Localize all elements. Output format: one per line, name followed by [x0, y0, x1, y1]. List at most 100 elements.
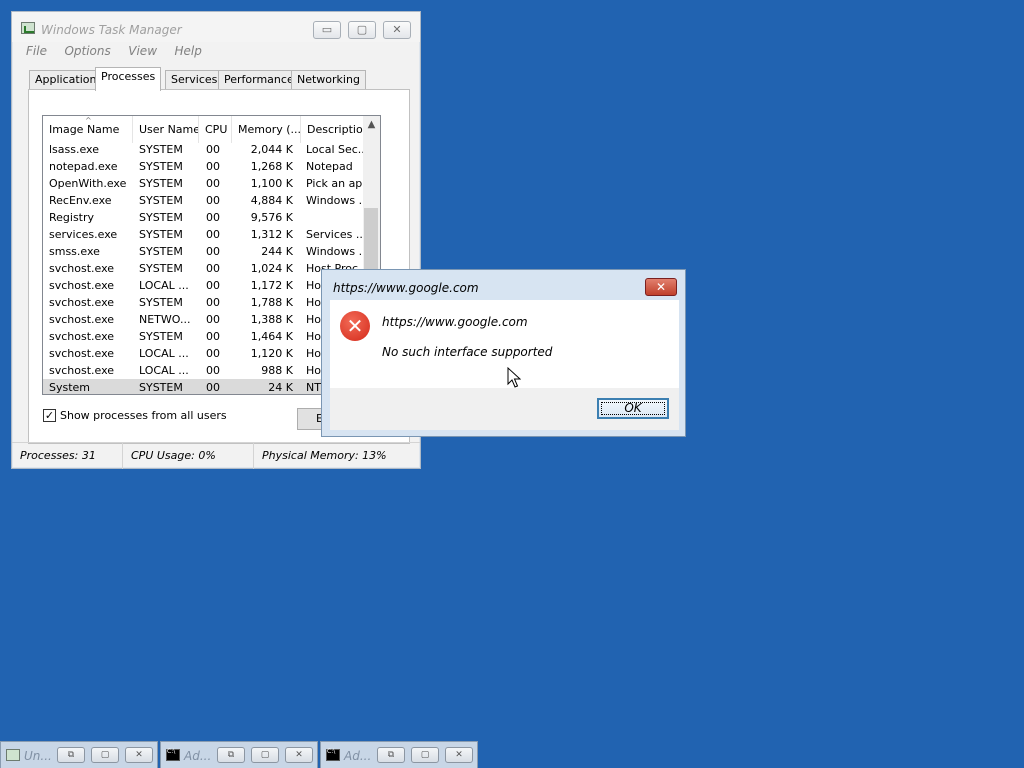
- process-memory: 244 K: [261, 245, 293, 258]
- process-row[interactable]: services.exe SYSTEM 00 1,312 K Services ...: [43, 226, 373, 243]
- process-cpu: 00: [206, 262, 220, 275]
- status-physical-memory: Physical Memory: 13%: [262, 449, 387, 462]
- menu-bar: File Options View Help: [26, 44, 216, 60]
- minimized-restore-button[interactable]: ⧉: [377, 747, 405, 763]
- process-row[interactable]: OpenWith.exe SYSTEM 00 1,100 K Pick an app: [43, 175, 373, 192]
- tab-services[interactable]: Services: [165, 70, 224, 90]
- process-user-name: SYSTEM: [139, 228, 183, 241]
- process-memory: 1,268 K: [250, 160, 293, 173]
- show-all-users-checkbox[interactable]: ✓: [43, 409, 56, 422]
- ok-button[interactable]: OK: [597, 398, 669, 419]
- process-image-name: svchost.exe: [49, 330, 115, 343]
- process-user-name: SYSTEM: [139, 330, 183, 343]
- process-row[interactable]: notepad.exe SYSTEM 00 1,268 K Notepad: [43, 158, 373, 175]
- scroll-up-arrow-icon[interactable]: ▲: [363, 116, 380, 133]
- process-cpu: 00: [206, 279, 220, 292]
- process-memory: 9,576 K: [250, 211, 293, 224]
- status-cpu-usage: CPU Usage: 0%: [123, 443, 254, 469]
- process-image-name: svchost.exe: [49, 279, 115, 292]
- menu-file[interactable]: File: [26, 44, 47, 58]
- minimized-window-3[interactable]: Ad... ⧉ ▢ ✕: [320, 741, 478, 768]
- column-cpu[interactable]: CPU: [199, 116, 232, 143]
- process-cpu: 00: [206, 245, 220, 258]
- minimized-maximize-button[interactable]: ▢: [91, 747, 119, 763]
- process-user-name: LOCAL ...: [139, 347, 189, 360]
- process-memory: 1,388 K: [250, 313, 293, 326]
- minimized-window-2[interactable]: Ad... ⧉ ▢ ✕: [160, 741, 318, 768]
- process-image-name: smss.exe: [49, 245, 100, 258]
- minimized-restore-button[interactable]: ⧉: [217, 747, 245, 763]
- error-icon: ✕: [340, 311, 370, 341]
- process-cpu: 00: [206, 364, 220, 377]
- process-memory: 2,044 K: [250, 143, 293, 156]
- process-image-name: lsass.exe: [49, 143, 99, 156]
- process-cpu: 00: [206, 228, 220, 241]
- minimize-button[interactable]: ▭: [313, 21, 341, 39]
- dialog-footer: OK: [330, 388, 679, 430]
- process-memory: 1,788 K: [250, 296, 293, 309]
- minimized-window-1[interactable]: Un... ⧉ ▢ ✕: [0, 741, 158, 768]
- status-bar: Processes: 31 CPU Usage: 0% Physical Mem…: [12, 442, 420, 469]
- restore-button[interactable]: ▢: [348, 21, 376, 39]
- process-image-name: RecEnv.exe: [49, 194, 112, 207]
- dialog-body: ✕ https://www.google.com No such interfa…: [330, 300, 679, 388]
- minimized-close-button[interactable]: ✕: [125, 747, 153, 763]
- minimized-window-label: Ad...: [184, 749, 212, 763]
- process-image-name: svchost.exe: [49, 347, 115, 360]
- process-memory: 988 K: [261, 364, 293, 377]
- title-bar[interactable]: Windows Task Manager ▭ ▢ ✕: [12, 12, 420, 42]
- process-memory: 1,464 K: [250, 330, 293, 343]
- process-memory: 1,100 K: [250, 177, 293, 190]
- minimized-restore-button[interactable]: ⧉: [57, 747, 85, 763]
- process-image-name: svchost.exe: [49, 262, 115, 275]
- mouse-cursor-icon: [507, 367, 521, 388]
- menu-options[interactable]: Options: [64, 44, 110, 58]
- minimized-window-label: Un...: [24, 749, 52, 763]
- status-processes: Processes: 31: [12, 443, 123, 469]
- window-title: Windows Task Manager: [41, 23, 182, 37]
- process-memory: 1,172 K: [250, 279, 293, 292]
- process-user-name: SYSTEM: [139, 160, 183, 173]
- process-user-name: SYSTEM: [139, 211, 183, 224]
- minimized-close-button[interactable]: ✕: [285, 747, 313, 763]
- process-user-name: NETWO...: [139, 313, 191, 326]
- menu-help[interactable]: Help: [175, 44, 202, 58]
- sort-ascending-icon: ^: [85, 116, 92, 125]
- process-cpu: 00: [206, 296, 220, 309]
- process-row[interactable]: smss.exe SYSTEM 00 244 K Windows ...: [43, 243, 373, 260]
- process-memory: 1,024 K: [250, 262, 293, 275]
- task-manager-icon: [6, 749, 20, 761]
- process-image-name: notepad.exe: [49, 160, 118, 173]
- process-cpu: 00: [206, 143, 220, 156]
- command-prompt-icon: [326, 748, 340, 761]
- process-user-name: SYSTEM: [139, 381, 183, 394]
- minimized-maximize-button[interactable]: ▢: [411, 747, 439, 763]
- tab-processes[interactable]: Processes: [95, 67, 162, 91]
- process-row[interactable]: RecEnv.exe SYSTEM 00 4,884 K Windows ...: [43, 192, 373, 209]
- column-header-row: Image Name ^ User Name CPU Memory (... D…: [43, 116, 380, 143]
- column-user-name[interactable]: User Name: [133, 116, 199, 143]
- process-cpu: 00: [206, 330, 220, 343]
- process-user-name: SYSTEM: [139, 245, 183, 258]
- process-image-name: OpenWith.exe: [49, 177, 127, 190]
- process-user-name: SYSTEM: [139, 262, 183, 275]
- process-image-name: svchost.exe: [49, 364, 115, 377]
- process-row[interactable]: Registry SYSTEM 00 9,576 K: [43, 209, 373, 226]
- minimized-close-button[interactable]: ✕: [445, 747, 473, 763]
- column-memory[interactable]: Memory (...: [232, 116, 301, 143]
- process-row[interactable]: lsass.exe SYSTEM 00 2,044 K Local Sec...: [43, 141, 373, 158]
- process-cpu: 00: [206, 194, 220, 207]
- process-image-name: Registry: [49, 211, 95, 224]
- process-user-name: SYSTEM: [139, 177, 183, 190]
- show-all-users-label[interactable]: Show processes from all users: [60, 409, 227, 422]
- menu-view[interactable]: View: [128, 44, 157, 58]
- tab-performance[interactable]: Performance: [218, 70, 300, 90]
- tab-networking[interactable]: Networking: [291, 70, 366, 90]
- dialog-message: No such interface supported: [382, 345, 553, 359]
- task-manager-icon: [21, 22, 35, 34]
- dialog-title: https://www.google.com: [333, 281, 479, 295]
- process-image-name: svchost.exe: [49, 313, 115, 326]
- dialog-close-button[interactable]: ✕: [645, 278, 677, 296]
- minimized-maximize-button[interactable]: ▢: [251, 747, 279, 763]
- close-button[interactable]: ✕: [383, 21, 411, 39]
